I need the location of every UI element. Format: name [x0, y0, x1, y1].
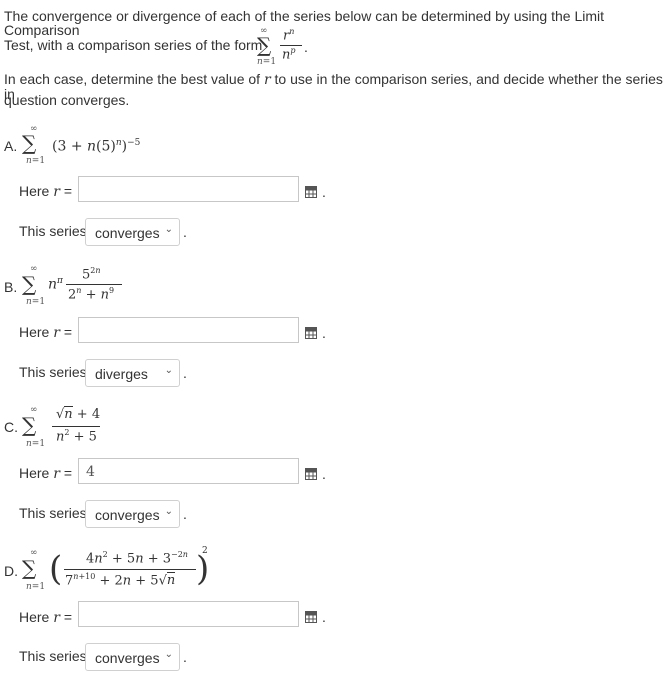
part-d-this-series: This series	[19, 648, 87, 664]
part-a-dot: .	[322, 184, 326, 200]
part-d-series: ∞ ∑ n=1 ( 4n2 + 5n + 3−2n 7n+10 + 2n + 5…	[22, 546, 210, 592]
part-d-here-r: Here r =	[19, 609, 73, 626]
part-b-here-r: Here r =	[19, 324, 73, 341]
intro-line-2: Test, with a comparison series of the fo…	[4, 38, 262, 52]
part-b-this-series: This series	[19, 364, 87, 380]
chevron-down-icon: ⌄	[164, 506, 173, 517]
part-d-dot: .	[322, 609, 326, 625]
chevron-down-icon: ⌄	[164, 224, 173, 235]
part-c-select-dot: .	[183, 506, 187, 522]
part-b-dot: .	[322, 325, 326, 341]
part-a-r-input[interactable]	[78, 176, 299, 202]
part-a-this-series: This series	[19, 223, 87, 239]
intro-line-2-text: Test, with a comparison series of the fo…	[4, 37, 263, 53]
part-c-status-select[interactable]: converges ⌄	[85, 500, 180, 528]
part-c-status-value: converges	[95, 507, 160, 523]
part-c-r-input[interactable]: 4	[78, 458, 299, 484]
part-b-letter: B.	[4, 279, 18, 295]
part-a-series: ∞ ∑ n=1 (3 + n(5)n)−5	[22, 124, 141, 166]
part-d-status-select[interactable]: converges ⌄	[85, 643, 180, 671]
part-a-status-value: converges	[95, 225, 160, 241]
part-c-this-series: This series	[19, 505, 87, 521]
chevron-down-icon: ⌄	[164, 649, 173, 660]
grid-palette-icon[interactable]	[305, 468, 317, 480]
part-c-dot: .	[322, 466, 326, 482]
intro-line-4: question converges.	[4, 92, 130, 108]
part-b-select-dot: .	[183, 365, 187, 381]
part-d-status-value: converges	[95, 650, 160, 666]
part-d-select-dot: .	[183, 649, 187, 665]
grid-palette-icon[interactable]	[305, 611, 317, 623]
part-d-letter: D.	[4, 563, 18, 579]
part-b-status-value: diverges	[95, 366, 148, 382]
part-a-letter: A.	[4, 138, 18, 154]
part-a-here-r: Here r =	[19, 183, 73, 200]
part-a-select-dot: .	[183, 224, 187, 240]
part-b-series: ∞ ∑ n=1 nπ 52n 2n + n9	[18, 264, 148, 310]
grid-palette-icon[interactable]	[305, 186, 317, 198]
part-b-r-input[interactable]	[78, 317, 299, 343]
grid-palette-icon[interactable]	[305, 327, 317, 339]
part-c-letter: C.	[4, 419, 18, 435]
intro-line-1: The convergence or divergence of each of…	[4, 8, 605, 38]
part-d-r-input[interactable]	[78, 601, 299, 627]
comparison-series: ∞ ∑ n=1 rn np .	[257, 26, 308, 67]
part-c-here-r: Here r =	[19, 465, 73, 482]
part-a-status-select[interactable]: converges ⌄	[85, 218, 180, 246]
part-c-series: ∞ ∑ n=1 √n + 4 n2 + 5	[22, 405, 101, 449]
part-b-status-select[interactable]: diverges ⌄	[85, 359, 180, 387]
chevron-down-icon: ⌄	[164, 365, 173, 376]
